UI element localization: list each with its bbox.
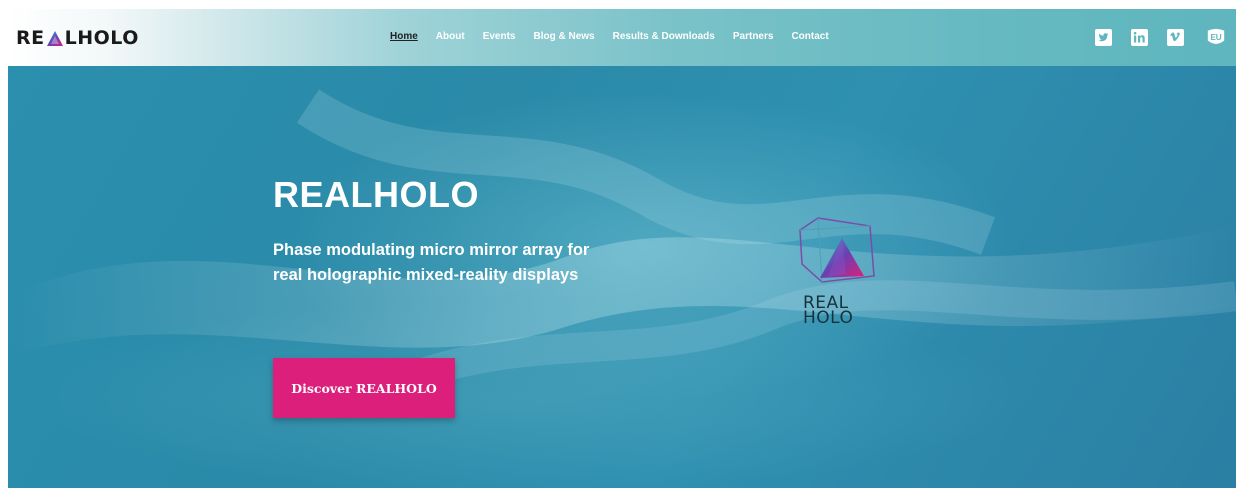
nav-item-about[interactable]: About [436, 31, 465, 42]
nav-item-events[interactable]: Events [483, 31, 516, 42]
logo-triangle-icon [46, 30, 63, 46]
twitter-icon[interactable] [1093, 27, 1113, 47]
logo-text-right: LHOLO [64, 27, 139, 49]
nav-item-partners[interactable]: Partners [733, 31, 774, 42]
discover-button[interactable]: Discover REALHOLO [273, 358, 455, 418]
hero-subtitle: Phase modulating micro mirror array for … [273, 238, 673, 288]
site-header: RE LHOLO Home About Events Blog & News R… [8, 9, 1236, 66]
hero-section: REALHOLO Phase modulating micro mirror a… [8, 66, 1236, 488]
linkedin-icon[interactable] [1129, 27, 1149, 47]
hero-title: REALHOLO [273, 174, 479, 215]
vimeo-icon[interactable] [1165, 27, 1185, 47]
nav-item-blog-news[interactable]: Blog & News [533, 31, 594, 42]
realholo-mark-text: REAL HOLO [803, 295, 883, 328]
logo-text-left: RE [16, 27, 45, 49]
nav-item-home[interactable]: Home [390, 31, 418, 42]
mark-text-line-2: HOLO [803, 308, 854, 328]
main-nav: Home About Events Blog & News Results & … [390, 31, 847, 42]
page-frame: RE LHOLO Home About Events Blog & News R… [8, 9, 1236, 488]
eu-icon-label: EU [1210, 33, 1221, 42]
eu-icon[interactable]: EU [1206, 27, 1226, 47]
nav-item-results-downloads[interactable]: Results & Downloads [613, 31, 715, 42]
site-logo[interactable]: RE LHOLO [16, 27, 139, 49]
hero-subtitle-line-2: real holographic mixed-reality displays [273, 266, 579, 284]
nav-item-contact[interactable]: Contact [791, 31, 828, 42]
hero-subtitle-line-1: Phase modulating micro mirror array for [273, 241, 590, 259]
